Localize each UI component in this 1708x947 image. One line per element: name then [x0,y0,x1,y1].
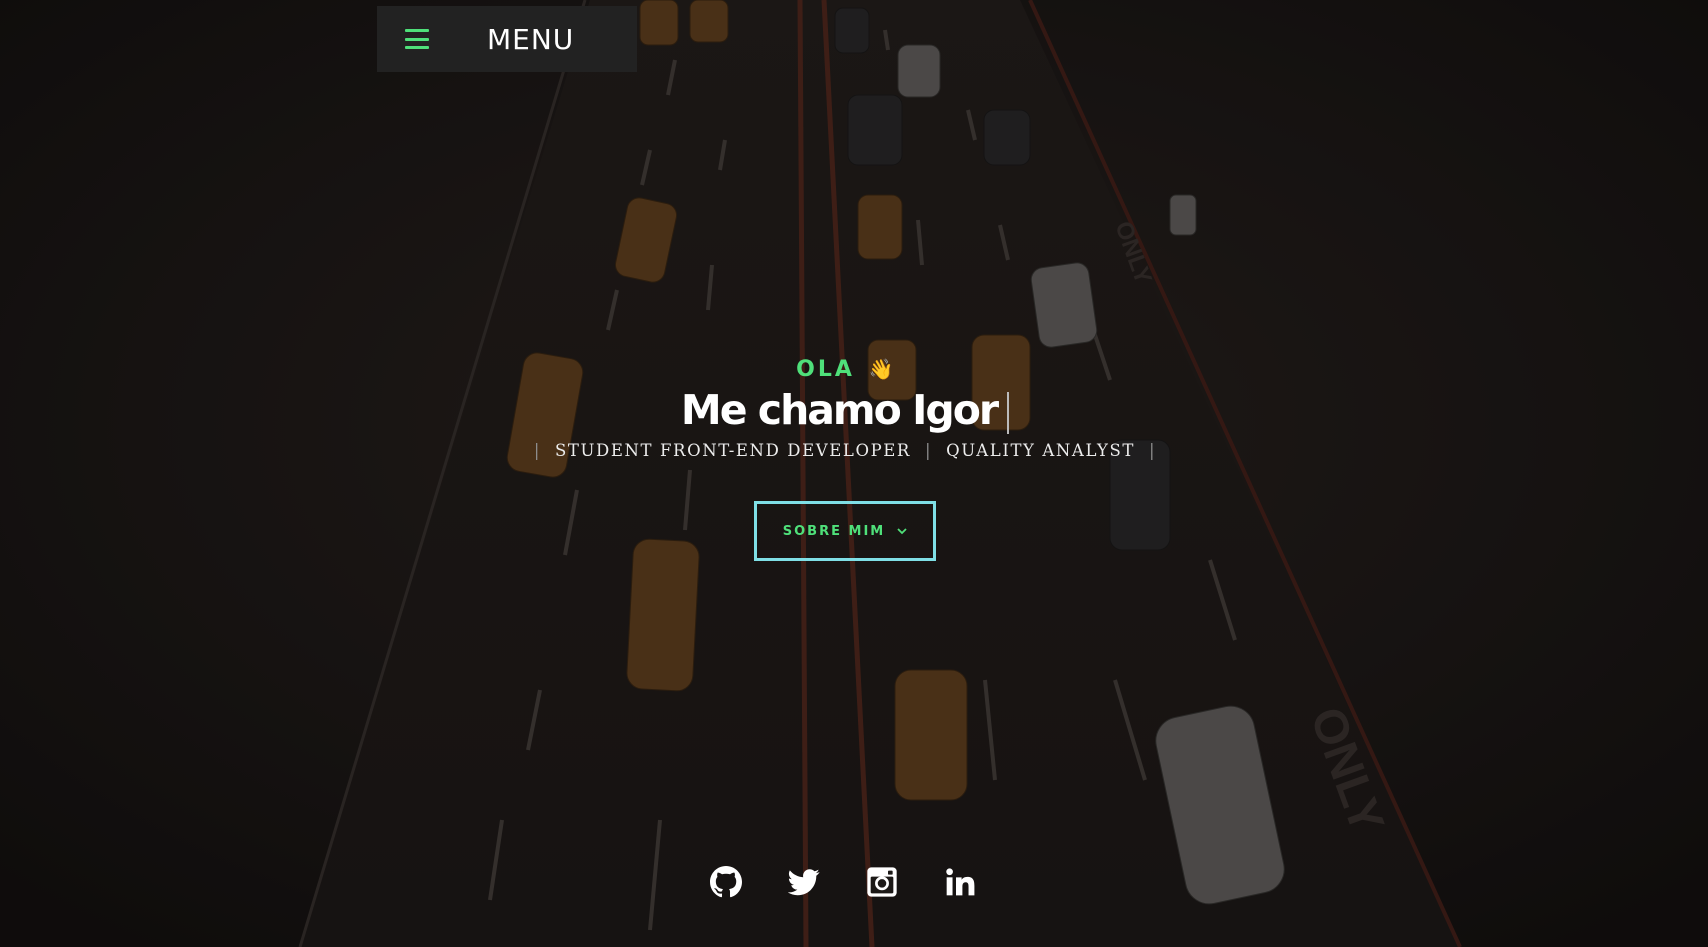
instagram-icon[interactable] [866,866,898,898]
role-item: QUALITY ANALYST [946,441,1135,460]
greeting-text: OLA [796,357,855,382]
hamburger-icon[interactable] [405,29,429,49]
about-me-label: SOBRE MIM [782,523,886,539]
github-icon[interactable] [710,866,742,898]
role-separator: | [1148,441,1157,460]
hero-roles: | STUDENT FRONT-END DEVELOPER | QUALITY ANA… [0,441,1690,460]
role-separator: | [924,441,933,460]
typing-cursor [1007,392,1010,434]
role-item: STUDENT FRONT-END DEVELOPER [555,441,911,460]
linkedin-icon[interactable] [944,866,976,898]
waving-hand-icon: 👋 [868,357,894,381]
twitter-icon[interactable] [788,866,820,898]
chevron-down-icon [897,528,907,535]
about-me-button[interactable]: SOBRE MIM [754,501,936,561]
menu-label[interactable]: MENU [487,26,574,54]
hero-greeting: OLA 👋 [0,357,1690,382]
hero-title-text: Me chamo Igor [680,386,999,434]
social-links [710,866,990,906]
role-separator: | [533,441,542,460]
menu-bar[interactable]: MENU [377,6,637,72]
hero-title: Me chamo Igor [0,382,1690,438]
hero-background: ONLY ONLY [0,0,1708,947]
